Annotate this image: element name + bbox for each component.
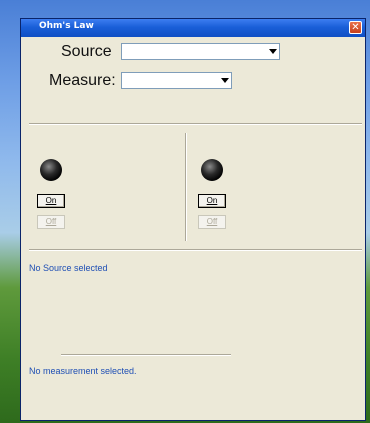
measure-dropdown[interactable] bbox=[121, 72, 232, 89]
close-icon[interactable]: ✕ bbox=[349, 21, 362, 34]
ohms-law-window: Ohm's Law ✕ Source Measure: On Off On Of… bbox=[20, 18, 366, 421]
on-button-right[interactable]: On bbox=[198, 194, 226, 208]
source-status-text: No Source selected bbox=[29, 263, 108, 273]
divider bbox=[185, 133, 187, 241]
divider bbox=[29, 123, 362, 125]
source-label: Source bbox=[61, 43, 112, 60]
off-button-left[interactable]: Off bbox=[37, 215, 65, 229]
title-bar[interactable]: Ohm's Law ✕ bbox=[21, 19, 365, 37]
off-label: Off bbox=[45, 217, 57, 226]
off-button-right[interactable]: Off bbox=[198, 215, 226, 229]
divider bbox=[61, 354, 231, 356]
led-indicator-right bbox=[201, 159, 223, 181]
on-label: On bbox=[45, 196, 57, 205]
on-label: On bbox=[206, 196, 218, 205]
led-indicator-left bbox=[40, 159, 62, 181]
measure-label: Measure: bbox=[49, 72, 116, 89]
source-dropdown[interactable] bbox=[121, 43, 280, 60]
on-button-left[interactable]: On bbox=[37, 194, 65, 208]
dropdown-arrow-icon[interactable] bbox=[267, 45, 278, 58]
divider bbox=[29, 249, 362, 251]
measurement-status-text: No measurement selected. bbox=[29, 366, 137, 376]
window-title: Ohm's Law bbox=[39, 21, 94, 31]
dropdown-arrow-icon[interactable] bbox=[219, 74, 230, 87]
off-label: Off bbox=[206, 217, 218, 226]
